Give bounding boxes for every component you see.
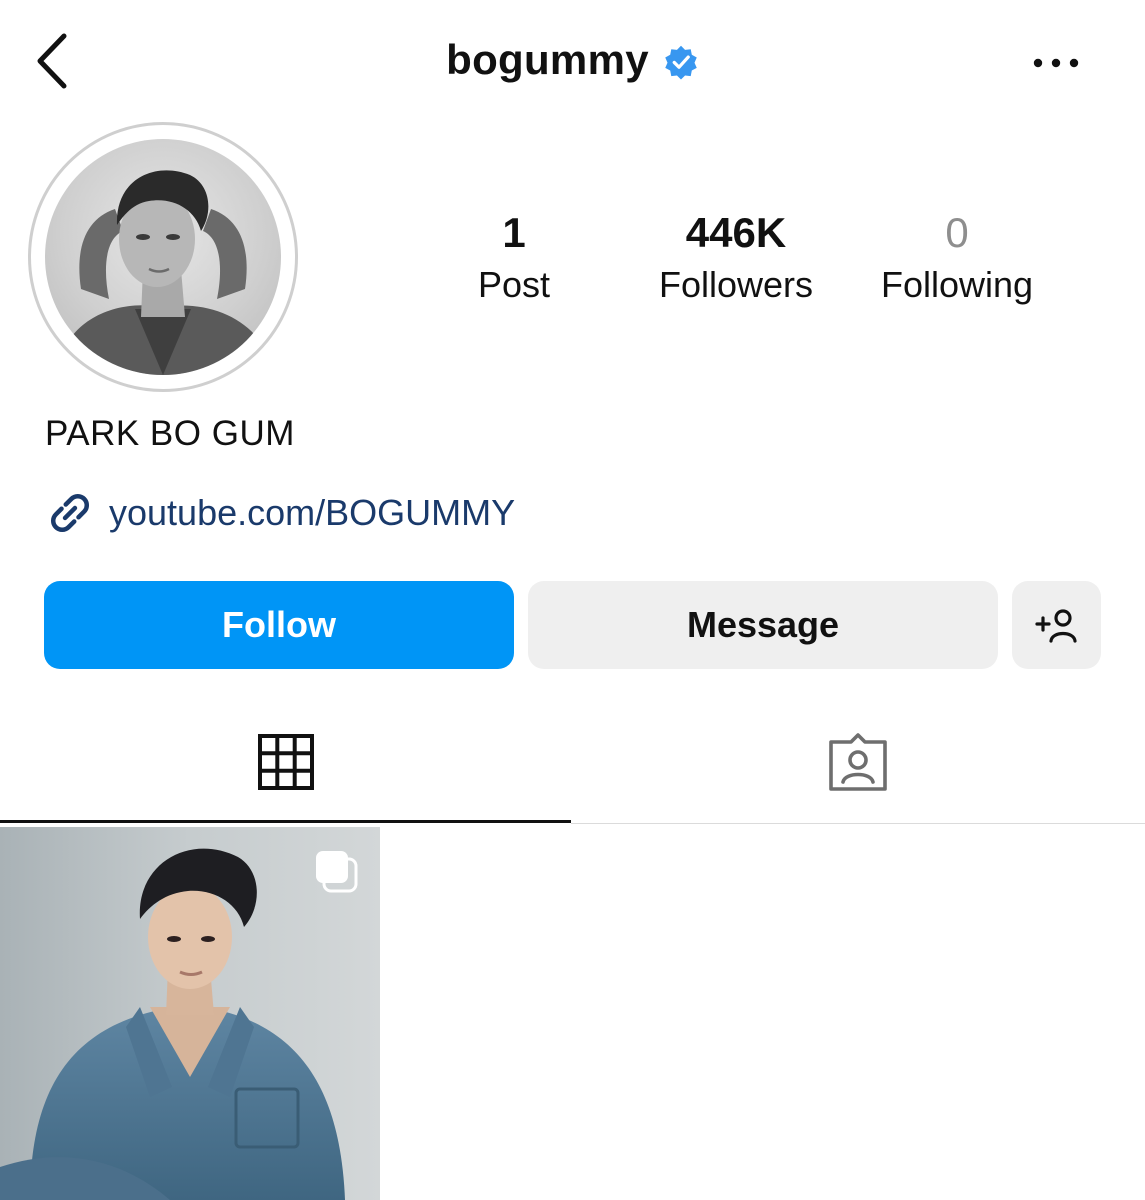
posts-count-stat: 1 Post [404,212,624,306]
active-tab-indicator [0,820,571,823]
profile-full-name: PARK BO GUM [45,414,295,453]
followers-stat[interactable]: 446K Followers [626,212,846,306]
followers-label: Followers [658,264,814,305]
tab-tagged[interactable] [571,700,1145,824]
following-label: Following [880,264,1034,305]
following-count: 0 [945,209,969,256]
grid-icon [257,734,314,790]
more-options-button[interactable] [1030,52,1082,74]
profile-username: bogummy [446,36,649,83]
add-user-icon [1034,609,1077,643]
follow-button[interactable]: Follow [44,581,514,669]
posts-count: 1 [502,209,526,256]
followers-count: 446K [685,209,787,256]
profile-link[interactable]: youtube.com/BOGUMMY [45,488,515,538]
message-button[interactable]: Message [528,581,998,669]
suggested-users-button[interactable] [1012,581,1101,669]
profile-link-text: youtube.com/BOGUMMY [109,492,516,533]
tab-posts-grid[interactable] [0,700,571,824]
avatar[interactable] [45,139,281,375]
verified-badge-icon [665,45,697,80]
post-thumbnail[interactable] [0,827,380,1200]
following-stat[interactable]: 0 Following [847,212,1067,306]
link-icon [50,493,90,533]
avatar-portrait-image [55,170,275,375]
profile-header: bogummy [0,36,1145,84]
multiple-images-icon [316,851,358,893]
posts-label: Post [477,264,551,305]
more-horizontal-icon [1033,58,1079,68]
tab-divider [571,823,1145,824]
tagged-person-icon [829,733,887,791]
